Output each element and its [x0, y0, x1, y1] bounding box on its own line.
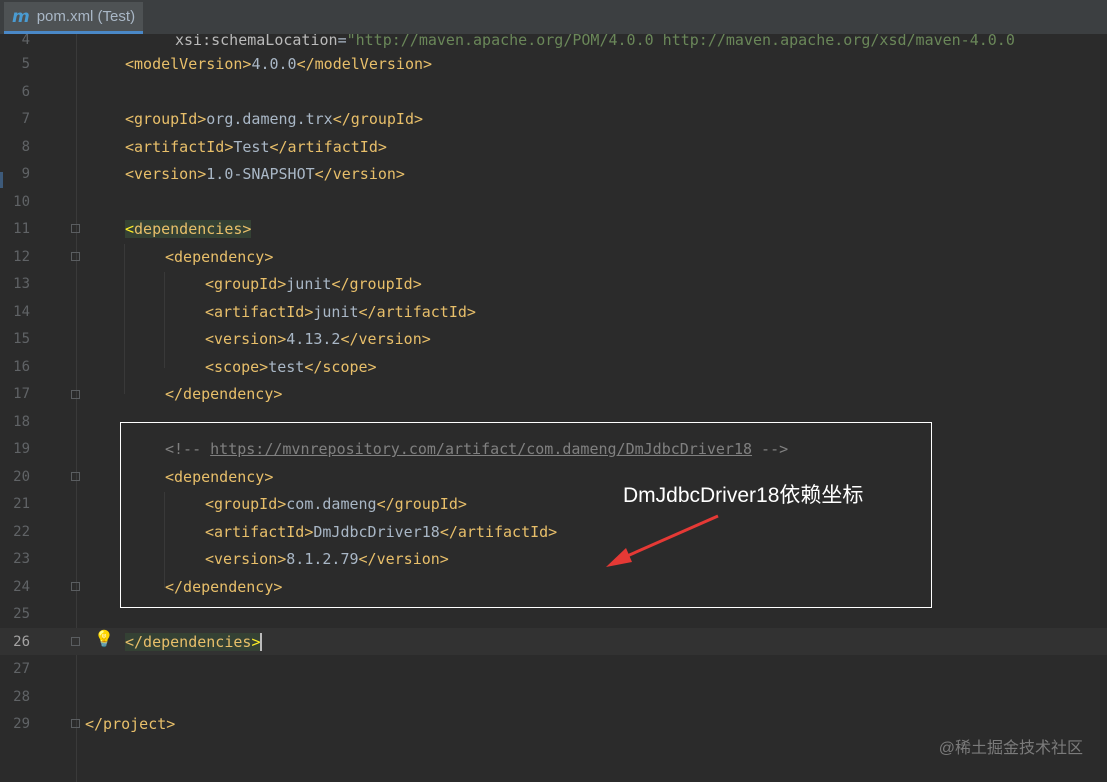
code-line: 8 <artifactId>Test</artifactId>: [0, 134, 1107, 161]
code-line: 13 <groupId>junit</groupId>: [0, 271, 1107, 298]
code-line: 12 <dependency>: [0, 244, 1107, 271]
line-number: 28: [13, 689, 30, 705]
code-line: 16 <scope>test</scope>: [0, 354, 1107, 381]
line-number: 23: [13, 551, 30, 567]
line-number: 25: [13, 606, 30, 622]
code-line: 15 <version>4.13.2</version>: [0, 326, 1107, 353]
annotation-arrow-icon: [606, 514, 719, 567]
code-text: <modelVersion>4.0.0</modelVersion>: [125, 55, 433, 73]
line-number: 16: [13, 359, 30, 375]
code-text: <scope>test</scope>: [205, 358, 377, 376]
line-number: 29: [13, 716, 30, 732]
line-number: 8: [21, 139, 30, 155]
code-text: <groupId>org.dameng.trx</groupId>: [125, 110, 424, 128]
line-number: 11: [13, 221, 30, 237]
line-number: 6: [21, 84, 30, 100]
line-number: 13: [13, 276, 30, 292]
line-number: 19: [13, 441, 30, 457]
code-text: <dependencies>: [125, 216, 252, 243]
line-number: 20: [13, 469, 30, 485]
editor-tab-bar: m pom.xml (Test): [0, 0, 1107, 35]
line-number: 15: [13, 331, 30, 347]
code-text: <artifactId>Test</artifactId>: [125, 138, 387, 156]
code-line: 28: [0, 684, 1107, 711]
annotation-label: DmJdbcDriver18依赖坐标: [623, 484, 864, 507]
code-editor[interactable]: 4 xsi:schemaLocation="http://maven.apach…: [0, 34, 1107, 782]
line-number: 10: [13, 194, 30, 210]
matched-bracket: <dependencies>: [125, 220, 252, 238]
code-line: 5 <modelVersion>4.0.0</modelVersion>: [0, 51, 1107, 78]
code-line: 6: [0, 79, 1107, 106]
tab-pom-xml[interactable]: m pom.xml (Test): [4, 2, 144, 34]
matched-bracket: </dependencies>: [125, 633, 263, 651]
code-line: 10: [0, 189, 1107, 216]
code-text: <groupId>junit</groupId>: [205, 275, 422, 293]
maven-m-icon: m: [12, 6, 30, 27]
code-line: 17 </dependency>: [0, 381, 1107, 408]
line-number: 21: [13, 496, 30, 512]
line-number: 7: [21, 111, 30, 127]
tab-label: pom.xml (Test): [36, 8, 136, 25]
line-number: 5: [21, 56, 30, 72]
code-text: <version>1.0-SNAPSHOT</version>: [125, 165, 405, 183]
code-line: 27: [0, 656, 1107, 683]
watermark: @稀土掘金技术社区: [938, 740, 1083, 757]
code-text: </dependencies>: [125, 629, 263, 656]
code-line: 26 </dependencies>: [0, 629, 1107, 656]
line-number: 14: [13, 304, 30, 320]
lightbulb-icon[interactable]: 💡: [94, 629, 114, 648]
code-text: </project>: [85, 715, 176, 733]
line-number: 9: [21, 166, 30, 182]
line-number: 27: [13, 661, 30, 677]
code-text: <dependency>: [165, 248, 274, 266]
code-text: <artifactId>junit</artifactId>: [205, 303, 476, 321]
line-number: 17: [13, 386, 30, 402]
code-line: 9 <version>1.0-SNAPSHOT</version>: [0, 161, 1107, 188]
line-number: 22: [13, 524, 30, 540]
code-line: 7 <groupId>org.dameng.trx</groupId>: [0, 106, 1107, 133]
line-number: 12: [13, 249, 30, 265]
line-number: 26: [13, 634, 30, 650]
line-number: 18: [13, 414, 30, 430]
annotation-box: [120, 422, 932, 608]
code-text: <version>4.13.2</version>: [205, 330, 431, 348]
code-line: 11 <dependencies>: [0, 216, 1107, 243]
code-text: </dependency>: [165, 385, 283, 403]
code-line: 14 <artifactId>junit</artifactId>: [0, 299, 1107, 326]
line-number: 24: [13, 579, 30, 595]
